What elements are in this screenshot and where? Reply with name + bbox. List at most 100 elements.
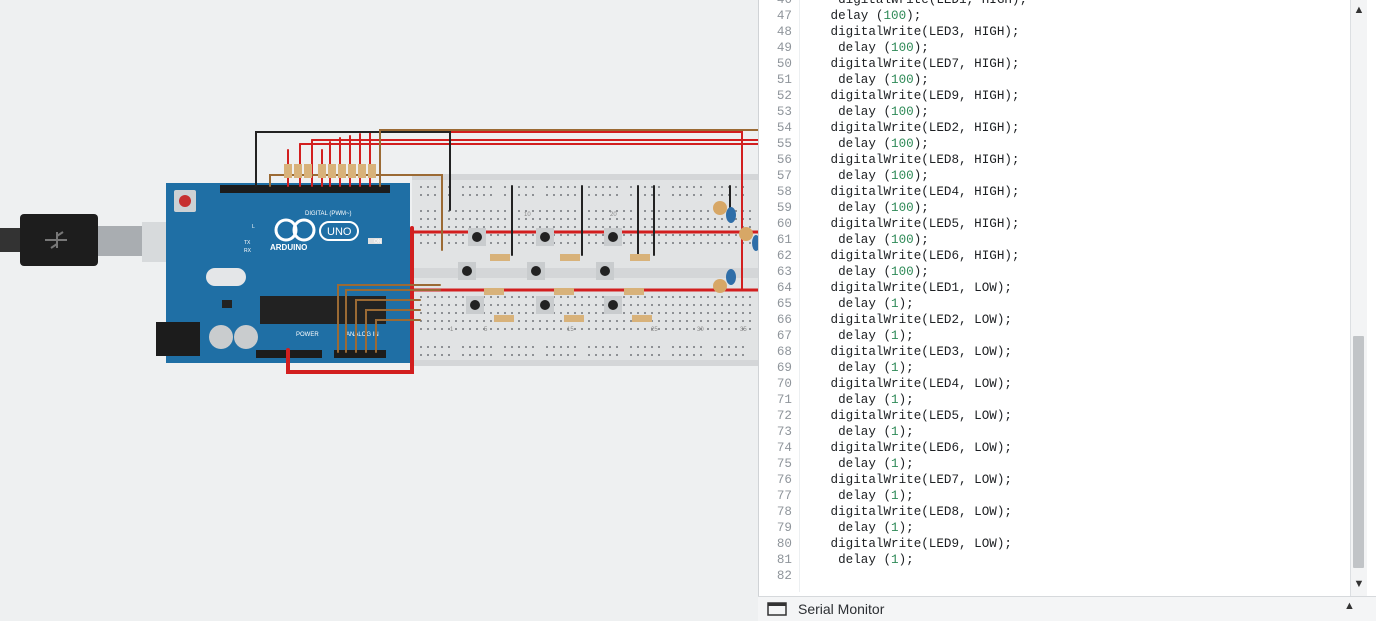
code-line[interactable]: 55 delay (100); xyxy=(759,136,1349,152)
code-editor-panel[interactable]: 46 digitalWrite(LED1, HIGH); 47 delay (10… xyxy=(758,0,1376,620)
code-line[interactable]: 52 digitalWrite(LED9, HIGH); xyxy=(759,88,1349,104)
code-line[interactable]: 81 delay (1); xyxy=(759,552,1349,568)
scroll-thumb[interactable] xyxy=(1353,336,1364,568)
code-line[interactable]: 62 digitalWrite(LED6, HIGH); xyxy=(759,248,1349,264)
code-line[interactable]: 73 delay (1); xyxy=(759,424,1349,440)
scroll-down-icon[interactable]: ▼ xyxy=(1351,578,1367,590)
code-text[interactable]: delay (100); xyxy=(823,168,929,184)
code-line[interactable]: 56 digitalWrite(LED8, HIGH); xyxy=(759,152,1349,168)
line-number: 80 xyxy=(776,537,792,551)
code-line[interactable]: 74 digitalWrite(LED6, LOW); xyxy=(759,440,1349,456)
code-text[interactable]: digitalWrite(LED4, HIGH); xyxy=(823,184,1020,200)
code-line[interactable]: 60 digitalWrite(LED5, HIGH); xyxy=(759,216,1349,232)
arduino-uno-board[interactable]: ARDUINO UNO DIGITAL (PWM~) POWER ANALOG … xyxy=(156,183,410,363)
usb-cable[interactable] xyxy=(0,214,166,266)
code-text[interactable]: digitalWrite(LED8, LOW); xyxy=(823,504,1012,520)
code-text[interactable]: delay (1); xyxy=(823,360,914,376)
code-text[interactable]: digitalWrite(LED2, LOW); xyxy=(823,312,1012,328)
vertical-scrollbar[interactable]: ▲ ▼ xyxy=(1350,0,1367,596)
code-text[interactable]: delay (100); xyxy=(823,232,929,248)
code-text[interactable]: digitalWrite(LED2, HIGH); xyxy=(823,120,1020,136)
code-text[interactable]: delay (100); xyxy=(823,8,922,24)
code-line[interactable]: 79 delay (1); xyxy=(759,520,1349,536)
code-text[interactable]: digitalWrite(LED9, HIGH); xyxy=(823,88,1020,104)
code-line[interactable]: 68 digitalWrite(LED3, LOW); xyxy=(759,344,1349,360)
line-number: 75 xyxy=(776,457,792,471)
line-number: 52 xyxy=(776,89,792,103)
code-text[interactable]: digitalWrite(LED1, HIGH); xyxy=(823,0,1027,8)
code-text[interactable]: delay (100); xyxy=(823,40,929,56)
code-text[interactable]: digitalWrite(LED6, LOW); xyxy=(823,440,1012,456)
code-line[interactable]: 80 digitalWrite(LED9, LOW); xyxy=(759,536,1349,552)
code-line[interactable]: 72 digitalWrite(LED5, LOW); xyxy=(759,408,1349,424)
code-text[interactable]: digitalWrite(LED6, HIGH); xyxy=(823,248,1020,264)
line-number: 68 xyxy=(776,345,792,359)
code-line[interactable]: 63 delay (100); xyxy=(759,264,1349,280)
scroll-up-icon[interactable]: ▲ xyxy=(1351,4,1367,16)
serial-monitor-label[interactable]: Serial Monitor xyxy=(798,601,884,617)
code-line[interactable]: 51 delay (100); xyxy=(759,72,1349,88)
code-text[interactable]: delay (1); xyxy=(823,296,914,312)
code-text[interactable]: delay (1); xyxy=(823,552,914,568)
code-line[interactable]: 65 delay (1); xyxy=(759,296,1349,312)
code-line[interactable]: 61 delay (100); xyxy=(759,232,1349,248)
code-text[interactable]: digitalWrite(LED3, LOW); xyxy=(823,344,1012,360)
code-text[interactable]: delay (100); xyxy=(823,200,929,216)
line-number: 62 xyxy=(776,249,792,263)
code-text[interactable]: delay (100); xyxy=(823,136,929,152)
code-line[interactable]: 75 delay (1); xyxy=(759,456,1349,472)
code-text[interactable]: delay (1); xyxy=(823,520,914,536)
code-text[interactable]: digitalWrite(LED7, HIGH); xyxy=(823,56,1020,72)
code-text[interactable]: digitalWrite(LED4, LOW); xyxy=(823,376,1012,392)
code-line[interactable]: 71 delay (1); xyxy=(759,392,1349,408)
line-number: 67 xyxy=(776,329,792,343)
code-line[interactable]: 58 digitalWrite(LED4, HIGH); xyxy=(759,184,1349,200)
code-text[interactable]: delay (1); xyxy=(823,328,914,344)
code-line[interactable]: 54 digitalWrite(LED2, HIGH); xyxy=(759,120,1349,136)
code-text[interactable]: digitalWrite(LED3, HIGH); xyxy=(823,24,1020,40)
line-number: 49 xyxy=(776,41,792,55)
chevron-up-icon[interactable]: ▲ xyxy=(1344,600,1355,612)
code-text[interactable]: digitalWrite(LED1, LOW); xyxy=(823,280,1012,296)
code-line[interactable]: 57 delay (100); xyxy=(759,168,1349,184)
code-text[interactable]: digitalWrite(LED5, HIGH); xyxy=(823,216,1020,232)
code-line[interactable]: 59 delay (100); xyxy=(759,200,1349,216)
code-line[interactable]: 47 delay (100); xyxy=(759,8,1349,24)
code-line[interactable]: 76 digitalWrite(LED7, LOW); xyxy=(759,472,1349,488)
code-text[interactable]: delay (1); xyxy=(823,488,914,504)
power-label: POWER xyxy=(296,332,319,338)
code-line[interactable]: 70 digitalWrite(LED4, LOW); xyxy=(759,376,1349,392)
code-text[interactable]: delay (100); xyxy=(823,264,929,280)
code-line[interactable]: 46 digitalWrite(LED1, HIGH); xyxy=(759,0,1349,8)
code-text[interactable]: digitalWrite(LED9, LOW); xyxy=(823,536,1012,552)
code-text[interactable]: delay (100); xyxy=(823,104,929,120)
code-text[interactable]: delay (1); xyxy=(823,456,914,472)
code-line[interactable]: 66 digitalWrite(LED2, LOW); xyxy=(759,312,1349,328)
code-line[interactable]: 64 digitalWrite(LED1, LOW); xyxy=(759,280,1349,296)
analog-in-label: ANALOG IN xyxy=(346,332,379,338)
circuit-canvas[interactable]: ARDUINO UNO DIGITAL (PWM~) POWER ANALOG … xyxy=(0,0,758,620)
tx-label: TX xyxy=(244,240,251,246)
svg-text:15: 15 xyxy=(567,327,574,333)
code-line[interactable]: 78 digitalWrite(LED8, LOW); xyxy=(759,504,1349,520)
code-text[interactable]: delay (1); xyxy=(823,424,914,440)
code-text[interactable]: delay (1); xyxy=(823,392,914,408)
line-number: 66 xyxy=(776,313,792,327)
code-line[interactable]: 49 delay (100); xyxy=(759,40,1349,56)
code-line[interactable]: 50 digitalWrite(LED7, HIGH); xyxy=(759,56,1349,72)
power-jack xyxy=(156,322,200,356)
code-editor[interactable]: 46 digitalWrite(LED1, HIGH); 47 delay (10… xyxy=(759,0,1351,592)
code-line[interactable]: 53 delay (100); xyxy=(759,104,1349,120)
code-text[interactable]: delay (100); xyxy=(823,72,929,88)
code-line[interactable]: 48 digitalWrite(LED3, HIGH); xyxy=(759,24,1349,40)
code-line[interactable]: 69 delay (1); xyxy=(759,360,1349,376)
code-line[interactable]: 77 delay (1); xyxy=(759,488,1349,504)
code-line[interactable]: 67 delay (1); xyxy=(759,328,1349,344)
line-number: 71 xyxy=(776,393,792,407)
code-text[interactable]: digitalWrite(LED8, HIGH); xyxy=(823,152,1020,168)
code-text[interactable]: digitalWrite(LED5, LOW); xyxy=(823,408,1012,424)
code-text[interactable]: digitalWrite(LED7, LOW); xyxy=(823,472,1012,488)
serial-monitor-bar[interactable]: Serial Monitor ▲ xyxy=(758,596,1376,621)
svg-text:30: 30 xyxy=(697,327,704,333)
code-line[interactable]: 82 xyxy=(759,568,1349,584)
